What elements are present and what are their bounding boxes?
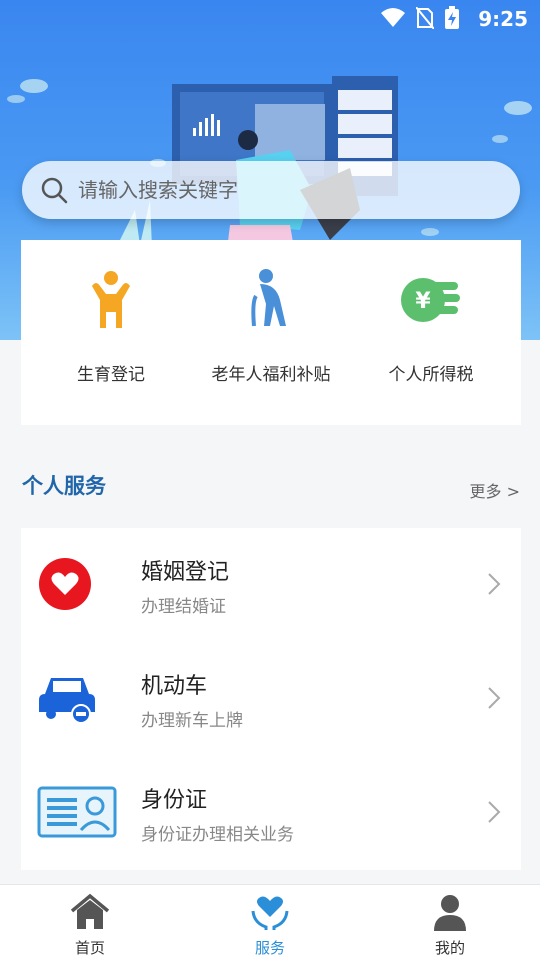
elderly-person-cane-icon [251, 269, 286, 327]
list-item-title: 婚姻登记 [141, 560, 230, 585]
list-item-title: 机动车 [141, 674, 208, 699]
chevron-right-icon [488, 687, 501, 709]
services-list: 婚姻登记 办理结婚证 机动车 办理新车上牌 身份证 身份证办理相关业务 [21, 528, 521, 870]
home-icon [70, 893, 110, 929]
quick-item-label: 个人所得税 [388, 365, 474, 385]
list-item-subtitle: 办理结婚证 [141, 597, 226, 617]
tab-services[interactable]: 服务 [210, 893, 330, 958]
list-item-subtitle: 办理新车上牌 [141, 711, 243, 731]
search-input[interactable] [76, 177, 480, 203]
search-bar[interactable] [22, 161, 520, 219]
chevron-right-icon [488, 801, 501, 823]
bottom-tab-bar: 首页 服务 我的 [0, 884, 540, 961]
person-raising-arms-icon [92, 271, 130, 328]
heart-icon [39, 558, 91, 610]
quick-item-label: 老年人福利补贴 [211, 365, 331, 385]
tab-label: 我的 [434, 939, 465, 957]
tab-mine[interactable]: 我的 [390, 893, 510, 958]
list-item-title: 身份证 [141, 788, 208, 813]
search-icon [41, 177, 68, 204]
list-item-vehicle[interactable]: 机动车 办理新车上牌 [21, 642, 521, 756]
chevron-right-icon [488, 573, 501, 595]
user-icon [434, 895, 466, 931]
quick-item-birth-registration[interactable]: 生育登记 [28, 260, 194, 385]
list-item-subtitle: 身份证办理相关业务 [141, 825, 294, 845]
service-heart-icon [251, 896, 289, 930]
svg-text:¥: ¥ [415, 289, 431, 314]
battery-charging-icon [445, 6, 459, 29]
more-link[interactable]: 更多 > [470, 478, 521, 502]
status-bar: 9:25 [0, 0, 540, 36]
quick-item-label: 生育登记 [77, 365, 145, 385]
no-sim-icon [416, 7, 434, 29]
tab-label: 服务 [254, 939, 285, 957]
list-item-marriage[interactable]: 婚姻登记 办理结婚证 [21, 528, 521, 642]
tab-home[interactable]: 首页 [30, 893, 150, 958]
quick-item-income-tax[interactable]: ¥ 个人所得税 [348, 260, 514, 385]
yuan-coins-icon: ¥ [401, 278, 460, 322]
quick-services-card: 生育登记 老年人福利补贴 ¥ 个人所得税 [21, 240, 521, 425]
status-time: 9:25 [478, 7, 528, 31]
section-title: 个人服务 [22, 474, 106, 498]
tab-label: 首页 [74, 939, 105, 957]
status-icons [380, 6, 460, 30]
car-icon [39, 678, 95, 724]
list-item-id-card[interactable]: 身份证 身份证办理相关业务 [21, 756, 521, 870]
quick-item-elderly-subsidy[interactable]: 老年人福利补贴 [188, 260, 354, 385]
id-card-icon [37, 786, 117, 838]
wifi-icon [381, 8, 405, 27]
